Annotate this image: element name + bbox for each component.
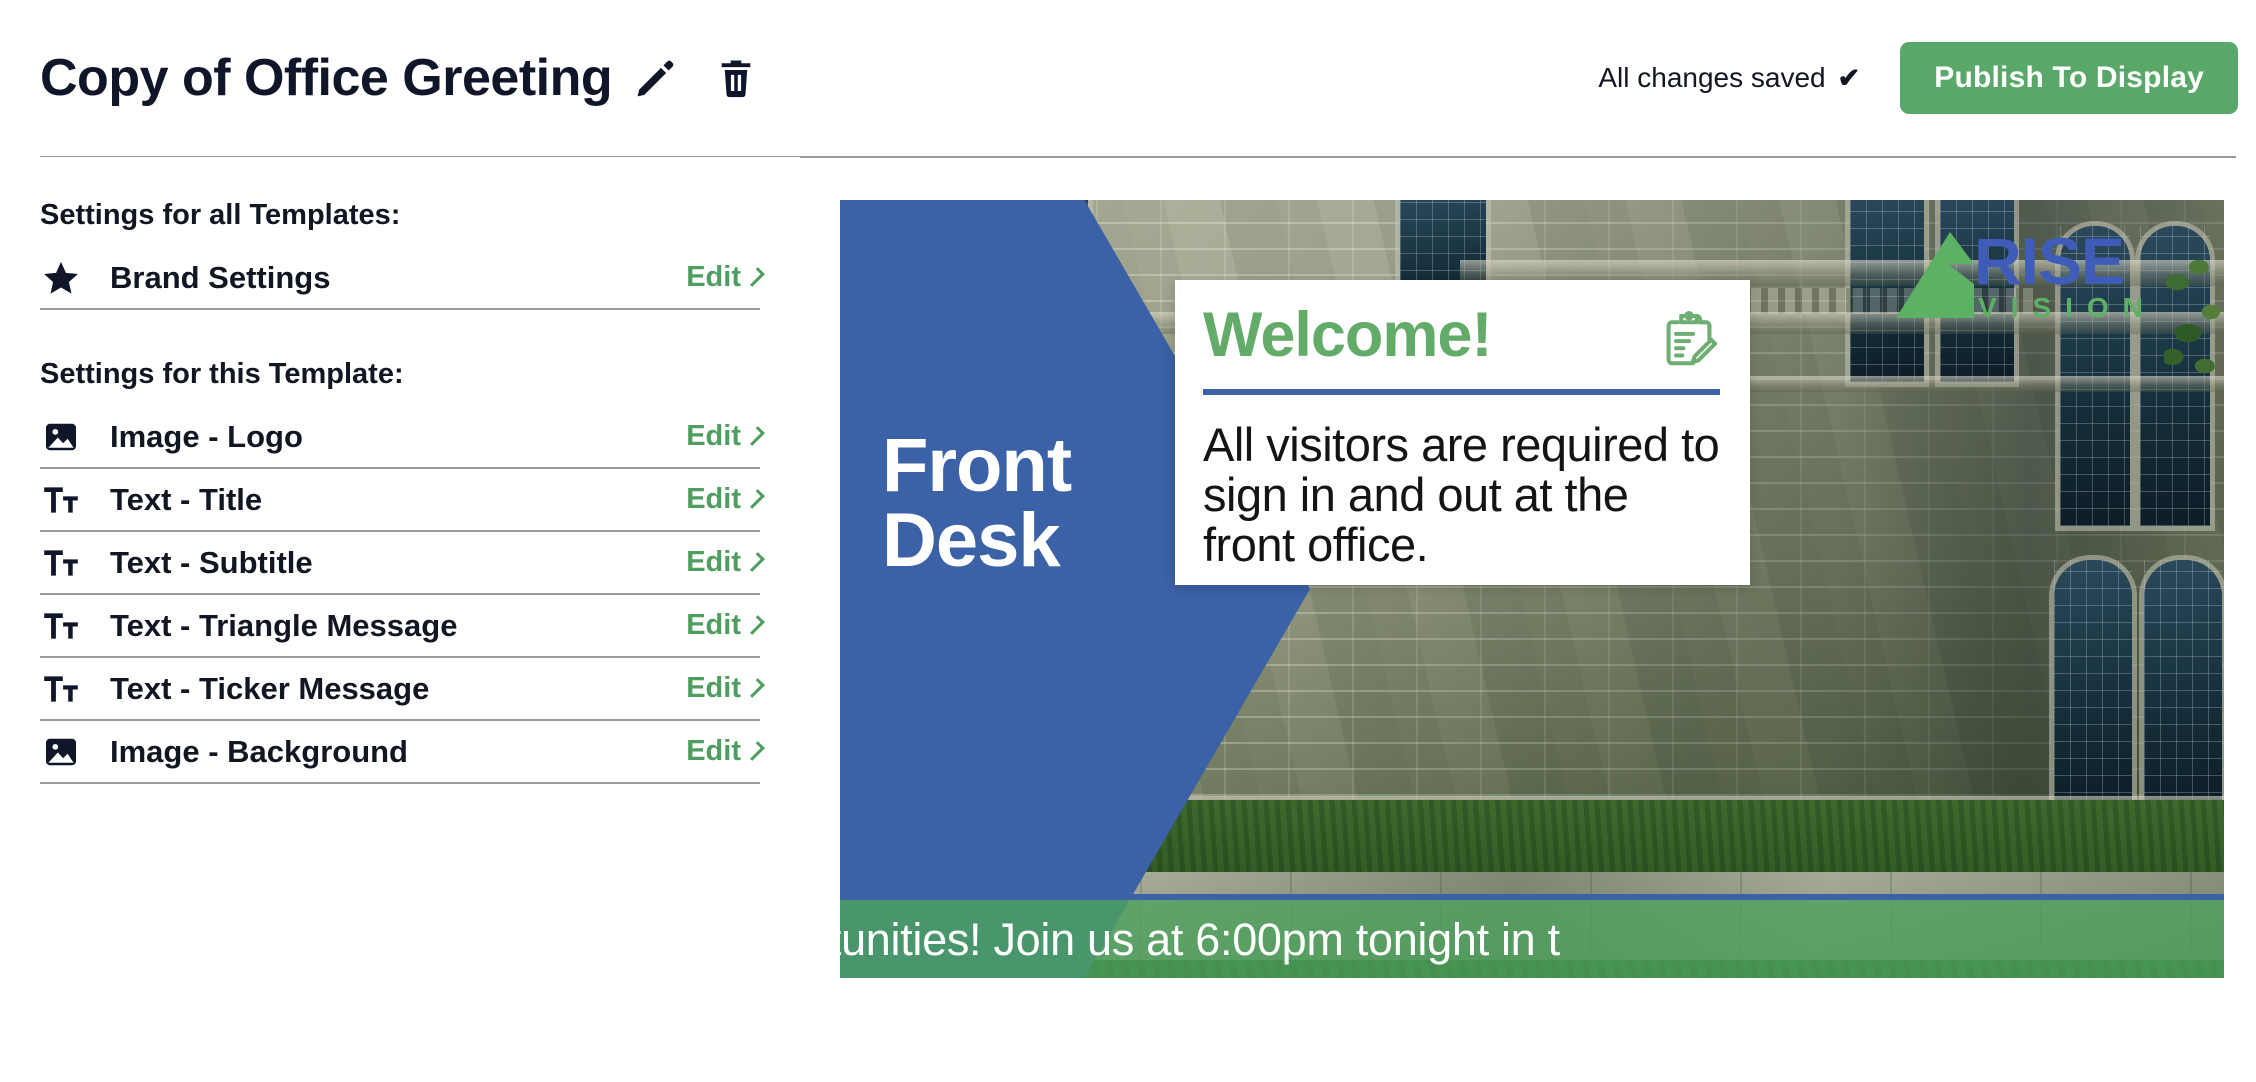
sidebar-item-label: Text - Title <box>110 481 263 517</box>
title-group: Copy of Office Greeting <box>40 52 760 104</box>
edit-link-label: Edit <box>686 735 741 767</box>
edit-link-text-ticker-message[interactable]: Edit <box>686 672 765 705</box>
template-editor-page: Copy of Office Greeting All changes save… <box>0 0 2256 1082</box>
edit-link-brand-settings[interactable]: Edit <box>686 261 765 294</box>
header-inner: Copy of Office Greeting All changes save… <box>40 0 2238 156</box>
text-format-icon <box>40 542 82 584</box>
sidebar-item-label: Text - Subtitle <box>110 544 313 580</box>
edit-link-text-title[interactable]: Edit <box>686 483 765 516</box>
sidebar-item-label: Brand Settings <box>110 259 331 295</box>
clipboard-pencil-icon <box>1658 308 1720 370</box>
template-preview[interactable]: RISE VISION Front Desk Welcome! All visi… <box>840 200 2224 978</box>
edit-link-label: Edit <box>686 672 741 704</box>
card-title: Welcome! <box>1203 300 1492 370</box>
rise-vision-logo: RISE VISION <box>1878 222 2178 323</box>
card-divider <box>1203 389 1720 395</box>
text-format-icon <box>40 605 82 647</box>
edit-link-text-subtitle[interactable]: Edit <box>686 546 765 579</box>
sidebar-item-text-subtitle[interactable]: Text - Subtitle Edit <box>40 532 765 595</box>
triangle-message-line2: Desk <box>882 498 1061 584</box>
edit-link-text-triangle-message[interactable]: Edit <box>686 609 765 642</box>
sidebar-item-text-ticker-message[interactable]: Text - Ticker Message Edit <box>40 658 765 721</box>
sidebar-item-label: Text - Triangle Message <box>110 607 458 643</box>
chevron-right-icon <box>745 266 765 287</box>
svg-text:VISION: VISION <box>1978 292 2157 322</box>
edit-link-image-background[interactable]: Edit <box>686 735 765 768</box>
message-card: Welcome! All visitors are required to si… <box>1175 280 1750 585</box>
image-icon <box>40 416 82 458</box>
edit-link-label: Edit <box>686 261 741 293</box>
sidebar-item-label: Text - Ticker Message <box>110 670 430 706</box>
chevron-right-icon <box>745 677 765 698</box>
triangle-message: Front Desk <box>882 423 1142 584</box>
sidebar-item-brand-settings[interactable]: Brand Settings Edit <box>40 247 765 310</box>
header-actions: All changes saved ✔ Publish To Display <box>1598 42 2238 114</box>
message-card-header: Welcome! <box>1203 304 1720 370</box>
rename-presentation-button[interactable] <box>630 52 682 104</box>
svg-text:RISE: RISE <box>1974 224 2124 298</box>
trash-icon <box>721 60 751 98</box>
text-format-icon <box>40 668 82 710</box>
delete-presentation-button[interactable] <box>712 52 760 104</box>
save-status-text: All changes saved <box>1598 62 1826 93</box>
ticker-bar: nteer opportunities! Join us at 6:00pm t… <box>840 894 2224 978</box>
page-header: Copy of Office Greeting All changes save… <box>0 0 2256 158</box>
all-templates-heading: Settings for all Templates: <box>40 199 401 231</box>
text-format-icon <box>40 479 82 521</box>
chevron-right-icon <box>745 551 765 572</box>
save-status: All changes saved ✔ <box>1598 62 1860 94</box>
checkmark-icon: ✔ <box>1837 62 1861 93</box>
sidebar-item-image-background[interactable]: Image - Background Edit <box>40 721 765 784</box>
page-title: Copy of Office Greeting <box>40 49 613 107</box>
this-template-heading: Settings for this Template: <box>40 358 404 390</box>
sidebar-item-label: Image - Logo <box>110 418 303 454</box>
settings-sidebar: Settings for all Templates: Brand Settin… <box>0 157 800 1082</box>
chevron-right-icon <box>745 614 765 635</box>
edit-link-label: Edit <box>686 420 741 452</box>
sidebar-item-text-title[interactable]: Text - Title Edit <box>40 469 765 532</box>
sidebar-item-text-triangle-message[interactable]: Text - Triangle Message Edit <box>40 595 765 658</box>
chevron-right-icon <box>745 488 765 509</box>
pencil-icon <box>637 60 674 97</box>
edit-link-image-logo[interactable]: Edit <box>686 420 765 453</box>
image-icon <box>40 731 82 773</box>
edit-link-label: Edit <box>686 483 741 515</box>
triangle-message-line1: Front <box>882 423 1072 508</box>
sidebar-item-image-logo[interactable]: Image - Logo Edit <box>40 406 765 469</box>
star-icon <box>40 257 82 299</box>
ticker-message: nteer opportunities! Join us at 6:00pm t… <box>840 913 1560 965</box>
sidebar-item-label: Image - Background <box>110 733 408 769</box>
publish-to-display-button[interactable]: Publish To Display <box>1900 42 2238 114</box>
edit-link-label: Edit <box>686 546 741 578</box>
chevron-right-icon <box>745 425 765 446</box>
card-body-text: All visitors are required to sign in and… <box>1203 418 1720 571</box>
chevron-right-icon <box>745 740 765 761</box>
edit-link-label: Edit <box>686 609 741 641</box>
